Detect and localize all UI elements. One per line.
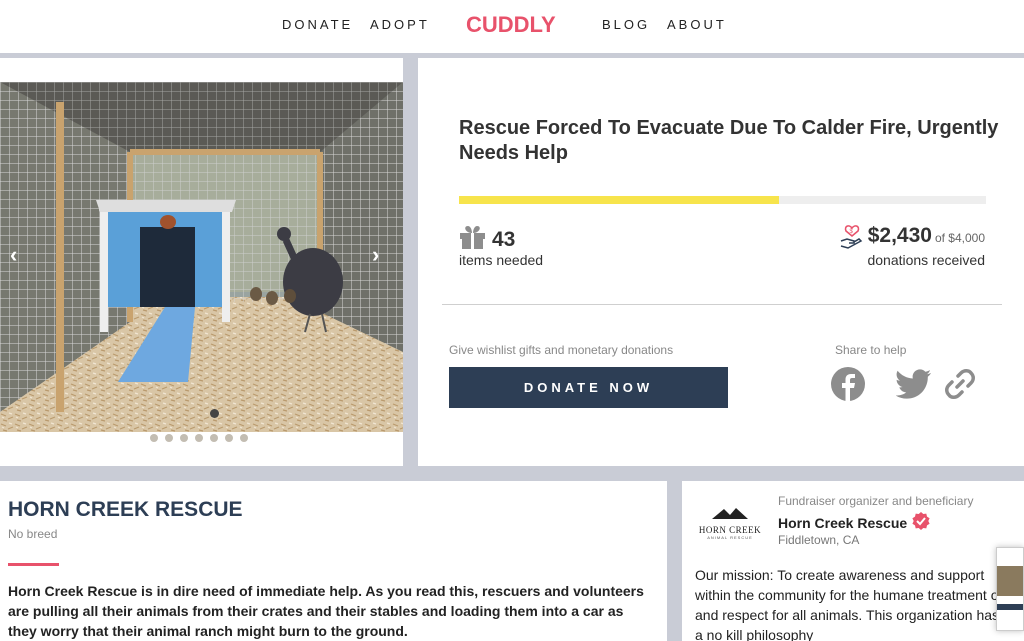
rescue-about-panel: HORN CREEK RESCUE No breed Horn Creek Re… xyxy=(0,481,667,641)
nav-about-link[interactable]: ABOUT xyxy=(667,17,727,32)
give-text: Give wishlist gifts and monetary donatio… xyxy=(449,343,674,357)
facebook-icon[interactable] xyxy=(830,366,866,407)
chevron-right-icon[interactable]: › xyxy=(372,242,379,268)
svg-text:$: $ xyxy=(849,229,853,235)
organizer-name[interactable]: Horn Creek Rescue xyxy=(778,515,907,531)
campaign-info-panel: Rescue Forced To Evacuate Due To Calder … xyxy=(418,58,1024,466)
gift-icon xyxy=(459,224,486,255)
carousel-dot[interactable] xyxy=(225,434,233,442)
carousel-dot[interactable] xyxy=(195,434,203,442)
nav-blog-link[interactable]: BLOG xyxy=(602,17,650,32)
about-description: Horn Creek Rescue is in dire need of imm… xyxy=(8,583,644,639)
site-header: DONATE ADOPT CUDDLY BLOG ABOUT xyxy=(0,0,1024,53)
organizer-role: Fundraiser organizer and beneficiary xyxy=(778,494,974,508)
rescue-name-heading: HORN CREEK RESCUE xyxy=(8,498,243,521)
carousel-indicator-dot xyxy=(210,409,219,418)
items-stat: 43 xyxy=(459,224,515,255)
campaign-photo: ‹ › xyxy=(0,82,403,432)
nav-adopt-link[interactable]: ADOPT xyxy=(370,17,430,32)
organizer-name-row: Horn Creek Rescue xyxy=(778,511,931,534)
carousel-dot[interactable] xyxy=(165,434,173,442)
twitter-icon[interactable] xyxy=(895,369,932,404)
donations-amount: $2,430 xyxy=(867,224,932,247)
items-label: items needed xyxy=(459,252,544,268)
donations-label: donations received xyxy=(867,252,985,268)
nav-donate-link[interactable]: DONATE xyxy=(282,17,353,32)
organizer-logo-subtext: ANIMAL RESCUE xyxy=(707,535,753,540)
divider xyxy=(442,304,1002,305)
organizer-panel: HORN CREEK ANIMAL RESCUE Fundraiser orga… xyxy=(682,481,1024,641)
progress-fill xyxy=(459,196,780,204)
donation-progress-bar xyxy=(459,196,986,204)
chicken-coop-photo xyxy=(0,82,403,432)
link-icon[interactable] xyxy=(944,368,976,405)
image-carousel-panel: ‹ › xyxy=(0,58,403,466)
carousel-dot[interactable] xyxy=(240,434,248,442)
carousel-dot[interactable] xyxy=(180,434,188,442)
organizer-location: Fiddletown, CA xyxy=(778,533,860,547)
donations-stat: $ $2,430 of $4,000 xyxy=(839,224,985,255)
organizer-logo[interactable]: HORN CREEK ANIMAL RESCUE xyxy=(698,506,762,541)
breed-text: No breed xyxy=(8,527,58,541)
donation-hand-icon: $ xyxy=(839,224,865,255)
verified-badge-icon xyxy=(911,511,931,534)
donate-now-button[interactable]: DONATE NOW xyxy=(449,367,728,408)
organizer-mission: Our mission: To create awareness and sup… xyxy=(695,567,1003,641)
carousel-dot[interactable] xyxy=(210,434,218,442)
organizer-logo-text: HORN CREEK xyxy=(698,525,762,535)
floating-preview-thumbnail[interactable] xyxy=(996,547,1024,631)
chevron-left-icon[interactable]: ‹ xyxy=(10,242,17,268)
carousel-dot[interactable] xyxy=(150,434,158,442)
cuddly-logo[interactable]: CUDDLY xyxy=(466,12,556,38)
carousel-dots[interactable] xyxy=(150,434,248,442)
campaign-title: Rescue Forced To Evacuate Due To Calder … xyxy=(459,117,999,164)
items-count: 43 xyxy=(492,227,516,251)
mountain-icon xyxy=(712,508,748,519)
accent-divider xyxy=(8,563,59,566)
donations-goal: of $4,000 xyxy=(934,231,985,245)
share-label: Share to help xyxy=(835,343,907,357)
